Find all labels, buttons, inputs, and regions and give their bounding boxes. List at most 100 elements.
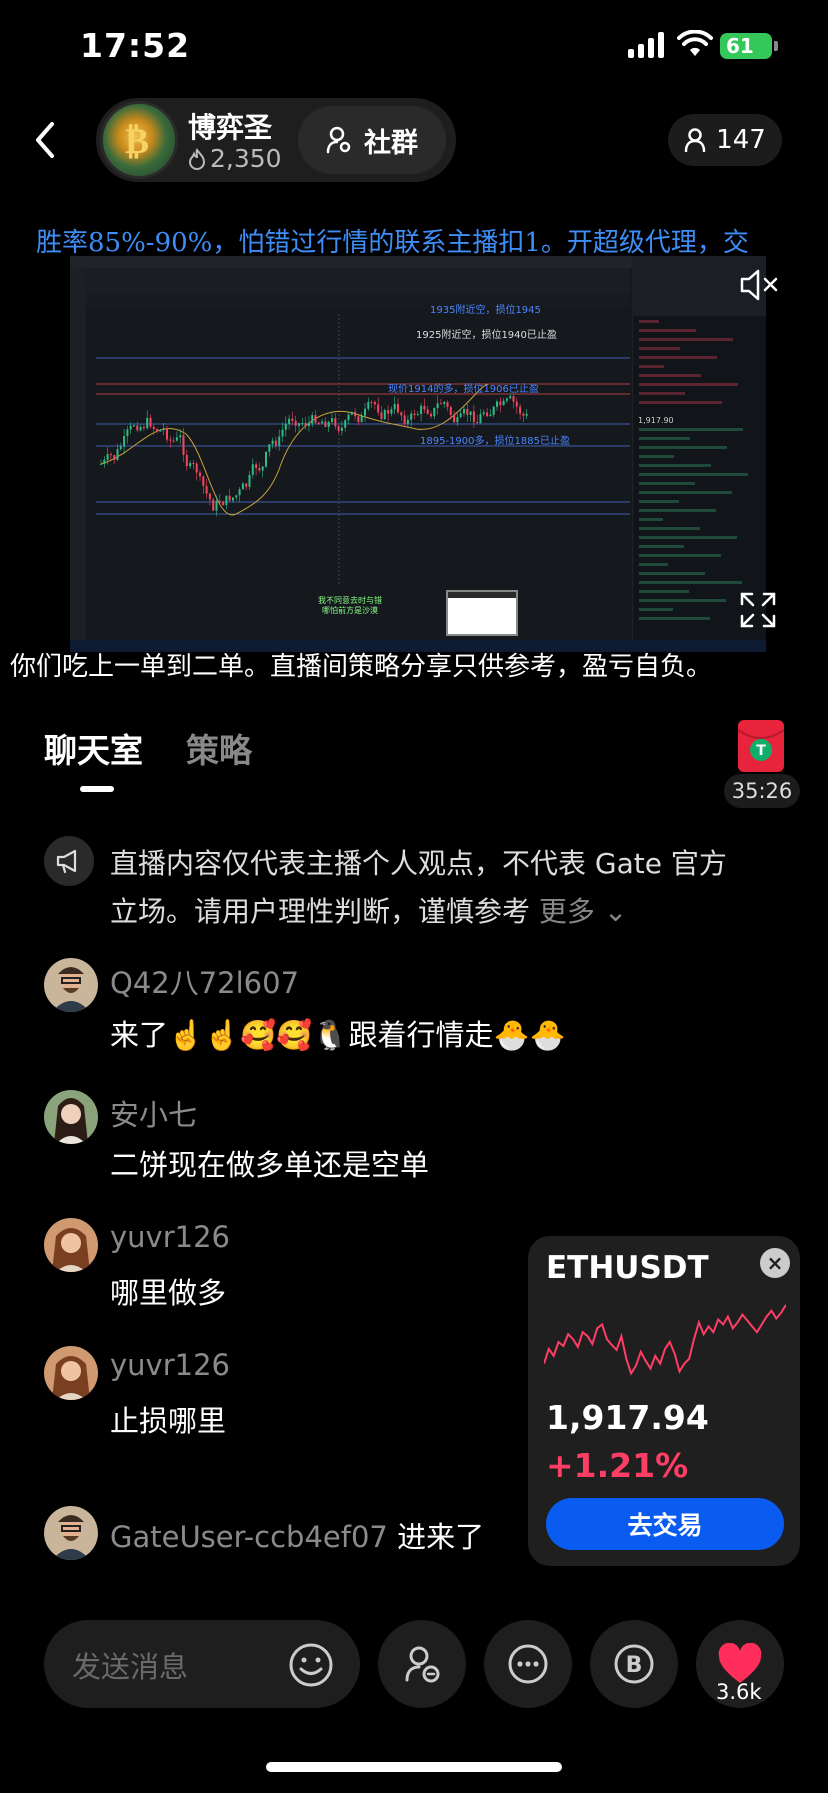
sparkline-path xyxy=(544,1304,786,1376)
candle-body xyxy=(499,401,502,406)
candle-body xyxy=(314,415,317,423)
candle-body xyxy=(383,410,386,420)
avatar-user-3[interactable] xyxy=(44,1218,98,1272)
candle-body xyxy=(397,403,399,413)
bitcoin-tip-button[interactable]: B xyxy=(590,1620,678,1708)
candle-body xyxy=(129,425,132,430)
chat-username[interactable]: Q42八72l607 xyxy=(110,960,299,1002)
chat-username[interactable]: yuvr126 xyxy=(110,1348,230,1382)
announcement-more[interactable]: 更多 ⌄ xyxy=(539,895,627,928)
orderbook-row xyxy=(639,437,690,440)
orderbook-row xyxy=(639,599,726,602)
candle-body xyxy=(410,413,413,420)
chat-username[interactable]: yuvr126 xyxy=(110,1220,230,1254)
orderbook-row xyxy=(639,590,689,593)
candle-body xyxy=(185,454,188,467)
candle-body xyxy=(123,436,126,447)
orderbook-row xyxy=(639,500,679,503)
candle-body xyxy=(439,403,442,405)
trade-button[interactable]: 去交易 xyxy=(546,1498,784,1550)
candle-body xyxy=(268,444,271,452)
more-options-button[interactable] xyxy=(484,1620,572,1708)
candle-body xyxy=(334,418,337,427)
tab-chatroom[interactable]: 聊天室 xyxy=(44,724,143,772)
emoji-icon[interactable] xyxy=(286,1640,336,1690)
candle-body xyxy=(522,413,525,416)
candle-body xyxy=(288,418,291,424)
candle-body xyxy=(387,410,390,414)
candle-body xyxy=(291,418,294,421)
orderbook-row xyxy=(639,473,748,476)
viewers-count: 147 xyxy=(716,125,766,155)
candle-body xyxy=(162,428,165,431)
candle-body xyxy=(281,429,284,437)
candle-body xyxy=(354,411,357,417)
candle-body xyxy=(222,501,225,506)
candle-body xyxy=(324,421,327,427)
heat-value: 2,350 xyxy=(210,144,282,173)
candle-body xyxy=(245,483,248,487)
person-icon xyxy=(684,128,706,152)
orderbook-row xyxy=(639,464,711,467)
candle-body xyxy=(202,476,205,487)
chat-username[interactable]: 安小七 xyxy=(110,1092,197,1134)
community-button[interactable]: 社群 xyxy=(298,106,446,174)
chat-message: 来了☝️☝️🥰🥰🐧跟着行情走🐣🐣 xyxy=(110,1018,566,1052)
screen-lyrics: 我不同意去时与错 哪怕前方是沙漠 xyxy=(318,596,382,616)
screen-orderbook-price: 1,917.90 xyxy=(638,416,674,425)
viewers-count-button[interactable]: 147 xyxy=(668,114,782,166)
candle-body xyxy=(426,409,429,414)
follow-user-button[interactable] xyxy=(378,1620,466,1708)
back-arrow-icon[interactable] xyxy=(28,116,64,164)
host-avatar[interactable]: ₿ xyxy=(100,101,178,179)
chat-entry-message: GateUser-ccb4ef07 进来了 xyxy=(110,1514,484,1556)
battery-indicator: 61 xyxy=(720,33,772,59)
orderbook-row xyxy=(639,536,737,539)
avatar-user-2[interactable] xyxy=(44,1090,98,1144)
bitcoin-coin-icon: B xyxy=(614,1644,654,1684)
close-icon[interactable]: × xyxy=(760,1248,790,1278)
candle-body xyxy=(479,414,482,424)
candle-body xyxy=(261,466,264,471)
candle-body xyxy=(113,455,116,460)
orderbook-row xyxy=(639,491,732,494)
mute-icon[interactable] xyxy=(736,262,782,308)
orderbook-row xyxy=(639,608,673,611)
countdown-timer: 35:26 xyxy=(724,774,800,808)
candle-body xyxy=(265,451,267,467)
avatar-user-5[interactable] xyxy=(44,1506,98,1560)
candle-body xyxy=(103,459,106,464)
candle-body xyxy=(433,407,436,417)
message-input-placeholder: 发送消息 xyxy=(72,1650,189,1684)
avatar-user-1[interactable] xyxy=(44,958,98,1012)
candle-body xyxy=(515,401,518,407)
candle-body xyxy=(278,436,281,446)
candle-body xyxy=(347,414,350,421)
fullscreen-icon[interactable] xyxy=(738,590,778,630)
candle-body xyxy=(116,449,119,460)
avatar-user-4[interactable] xyxy=(44,1346,98,1400)
screen-left-toolbar xyxy=(70,268,86,640)
screen-toolbar xyxy=(70,294,630,308)
orderbook-row xyxy=(639,527,700,530)
chat-username[interactable]: GateUser-ccb4ef07 xyxy=(110,1520,388,1554)
candle-body xyxy=(251,464,254,475)
chart-label-long-1895: 1895-1900多，损位1885已止盈 xyxy=(420,436,570,447)
svg-text:T: T xyxy=(756,743,766,759)
status-time: 17:52 xyxy=(80,26,191,65)
candle-body xyxy=(496,401,498,407)
candle-body xyxy=(258,468,261,471)
tab-strategy[interactable]: 策略 xyxy=(186,724,252,772)
orderbook-row xyxy=(639,338,733,341)
candle-body xyxy=(218,500,221,502)
candle-body xyxy=(179,435,182,438)
candle-body xyxy=(364,408,366,416)
orderbook-row xyxy=(639,563,668,566)
candle-body xyxy=(109,454,112,456)
candle-body xyxy=(106,454,109,460)
candle-body xyxy=(492,406,495,415)
user-follow-icon xyxy=(405,1646,440,1683)
orderbook-row xyxy=(639,401,722,404)
red-packet-icon[interactable]: T xyxy=(732,716,790,774)
chart-label-long-1914: 现价1914的多，损位1906已止盈 xyxy=(388,384,539,395)
